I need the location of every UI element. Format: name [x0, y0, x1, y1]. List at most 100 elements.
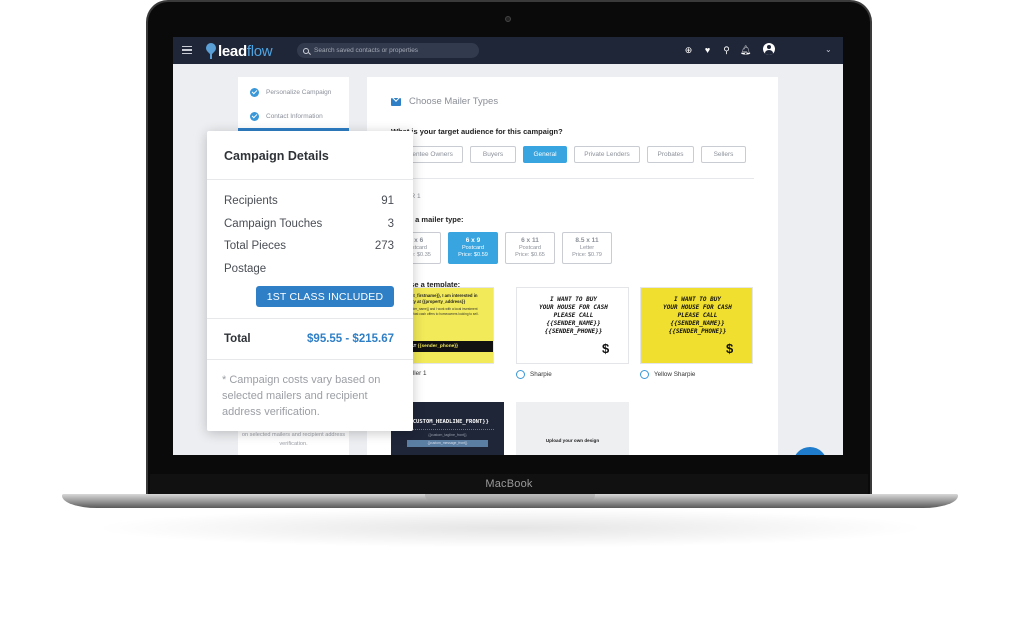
template-upload-design[interactable]: Upload your own design — [516, 402, 629, 455]
chevron-down-icon[interactable]: ⌄ — [825, 45, 832, 54]
audience-options: Absentee Owners Buyers General Private L… — [391, 146, 753, 163]
search-bar[interactable] — [297, 43, 479, 58]
template-name: Yellow Sharpie — [654, 371, 696, 378]
sharpie-text: I WANT TO BUY YOUR HOUSE FOR CASH PLEASE… — [517, 296, 628, 336]
template-option-yellow-sharpie[interactable]: Yellow Sharpie — [640, 370, 695, 379]
audience-question: What is your target audience for this ca… — [391, 127, 563, 136]
template-option-sharpie[interactable]: Sharpie — [516, 370, 552, 379]
detail-label: Recipients — [224, 195, 278, 207]
detail-row-postage: Postage — [224, 263, 394, 275]
radio-button[interactable] — [516, 370, 525, 379]
sharpie-line: YOUR HOUSE FOR CASH — [663, 304, 732, 311]
steps-cost-note: on selected mailers and recipient addres… — [241, 432, 346, 447]
type-price: Price: $0.59 — [458, 252, 488, 258]
type-price: Price: $0.65 — [515, 252, 545, 258]
postage-badge: 1ST CLASS INCLUDED — [256, 286, 394, 307]
sharpie-line: PLEASE CALL — [553, 312, 594, 319]
heart-icon[interactable]: ♥ — [698, 44, 717, 56]
total-label: Total — [224, 333, 251, 345]
mailer-type-options: 4 x 6 Postcard Price: $0.35 6 x 9 Postca… — [391, 232, 619, 264]
sharpie-line: I WANT TO BUY — [674, 296, 721, 303]
sharpie-line: I WANT TO BUY — [550, 296, 597, 303]
pin-icon[interactable]: ⚲ — [717, 44, 736, 56]
sharpie-line: PLEASE CALL — [677, 312, 718, 319]
section-divider — [391, 178, 754, 179]
mailer-type-6x11[interactable]: 6 x 11 Postcard Price: $0.65 — [505, 232, 555, 264]
dollar-sign-icon: $ — [726, 341, 734, 356]
type-kind: Postcard — [461, 245, 485, 251]
search-icon — [303, 47, 309, 54]
audience-sellers[interactable]: Sellers — [701, 146, 746, 163]
device-label: MacBook — [485, 478, 533, 490]
check-circle-icon — [250, 87, 259, 97]
sharpie-line: {{SENDER_NAME}} — [670, 320, 725, 327]
cost-disclaimer: * Campaign costs vary based on selected … — [222, 374, 381, 418]
cta-variable: {{sender_phone}} — [417, 344, 459, 349]
search-input[interactable] — [314, 47, 474, 54]
sharpie-text: I WANT TO BUY YOUR HOUSE FOR CASH PLEASE… — [641, 296, 752, 336]
plus-circle-icon[interactable]: ⊕ — [679, 44, 698, 56]
sharpie-line: YOUR HOUSE FOR CASH — [539, 304, 608, 311]
audience-general[interactable]: General — [523, 146, 567, 163]
sharpie-line: {{SENDER_PHONE}} — [668, 328, 727, 335]
detail-value: 91 — [381, 195, 394, 207]
audience-buyers[interactable]: Buyers — [470, 146, 516, 163]
divider — [207, 318, 413, 319]
floating-action-button[interactable] — [793, 447, 827, 455]
step-personalize-campaign[interactable]: Personalize Campaign — [238, 80, 349, 104]
section-title: Choose Mailer Types — [409, 96, 499, 107]
type-size: 6 x 11 — [521, 237, 539, 244]
custom-tagline-text: {{custom_tagline_front}} — [428, 433, 467, 437]
custom-message-bar: {{custom_message_front}} — [407, 440, 488, 447]
dotted-rule — [401, 429, 494, 430]
top-actions: ⊕ ♥ ⚲ 🔔︎ — [679, 44, 755, 56]
radio-button[interactable] — [640, 370, 649, 379]
detail-value: 273 — [374, 240, 394, 252]
detail-label: Total Pieces — [224, 240, 287, 252]
mailer-type-8-5x11[interactable]: 8.5 x 11 Letter Price: $0.79 — [562, 232, 612, 264]
type-size: 6 x 9 — [465, 237, 481, 244]
template-sharpie[interactable]: I WANT TO BUY YOUR HOUSE FOR CASH PLEASE… — [516, 287, 629, 364]
leadflow-logo[interactable]: lead flow — [206, 41, 273, 61]
step-label: Personalize Campaign — [266, 88, 332, 96]
detail-row-campaign-touches: Campaign Touches 3 — [224, 218, 394, 230]
template-name: Sharpie — [530, 371, 552, 378]
laptop-mockup: lead flow ⊕ ♥ ⚲ 🔔︎ ⌄ Personalize Campaig… — [0, 0, 1024, 618]
audience-private-lenders[interactable]: Private Lenders — [574, 146, 640, 163]
type-size: 8.5 x 11 — [575, 237, 599, 244]
divider — [207, 179, 413, 180]
laptop-bezel-chin: MacBook — [150, 474, 868, 496]
map-pin-logo-icon — [206, 43, 216, 59]
step-contact-information[interactable]: Contact Information — [238, 104, 349, 128]
audience-probates[interactable]: Probates — [647, 146, 694, 163]
top-navbar: lead flow ⊕ ♥ ⚲ 🔔︎ ⌄ — [173, 37, 843, 64]
envelope-icon — [391, 98, 401, 106]
type-price: Price: $0.79 — [572, 252, 602, 258]
detail-row-recipients: Recipients 91 — [224, 195, 394, 207]
sharpie-line: {{SENDER_PHONE}} — [544, 328, 603, 335]
upload-label: Upload your own design — [545, 438, 600, 443]
detail-row-total-pieces: Total Pieces 273 — [224, 240, 394, 252]
dollar-sign-icon: $ — [602, 341, 610, 356]
user-avatar-icon[interactable] — [763, 43, 775, 55]
check-circle-icon — [250, 111, 259, 121]
sharpie-line: {{SENDER_NAME}} — [546, 320, 601, 327]
detail-label: Campaign Touches — [224, 218, 323, 230]
logo-text-lead: lead — [218, 42, 247, 60]
laptop-notch — [425, 494, 595, 501]
mailer-type-6x9[interactable]: 6 x 9 Postcard Price: $0.59 — [448, 232, 498, 264]
camera-icon — [505, 16, 511, 22]
hamburger-menu-icon[interactable] — [182, 46, 192, 54]
mailer-types-card: Choose Mailer Types What is your target … — [367, 77, 778, 455]
step-label: Contact Information — [266, 112, 323, 120]
campaign-details-card: Campaign Details Recipients 91 Campaign … — [207, 131, 413, 431]
type-kind: Letter — [579, 245, 595, 251]
logo-text-flow: flow — [246, 42, 273, 60]
bell-icon[interactable]: 🔔︎ — [736, 44, 755, 56]
template-yellow-sharpie[interactable]: I WANT TO BUY YOUR HOUSE FOR CASH PLEASE… — [640, 287, 753, 364]
laptop-shadow — [90, 508, 930, 548]
total-value: $95.55 - $215.67 — [307, 333, 394, 345]
detail-label: Postage — [224, 263, 267, 275]
type-kind: Postcard — [518, 245, 542, 251]
campaign-details-title: Campaign Details — [224, 149, 329, 163]
